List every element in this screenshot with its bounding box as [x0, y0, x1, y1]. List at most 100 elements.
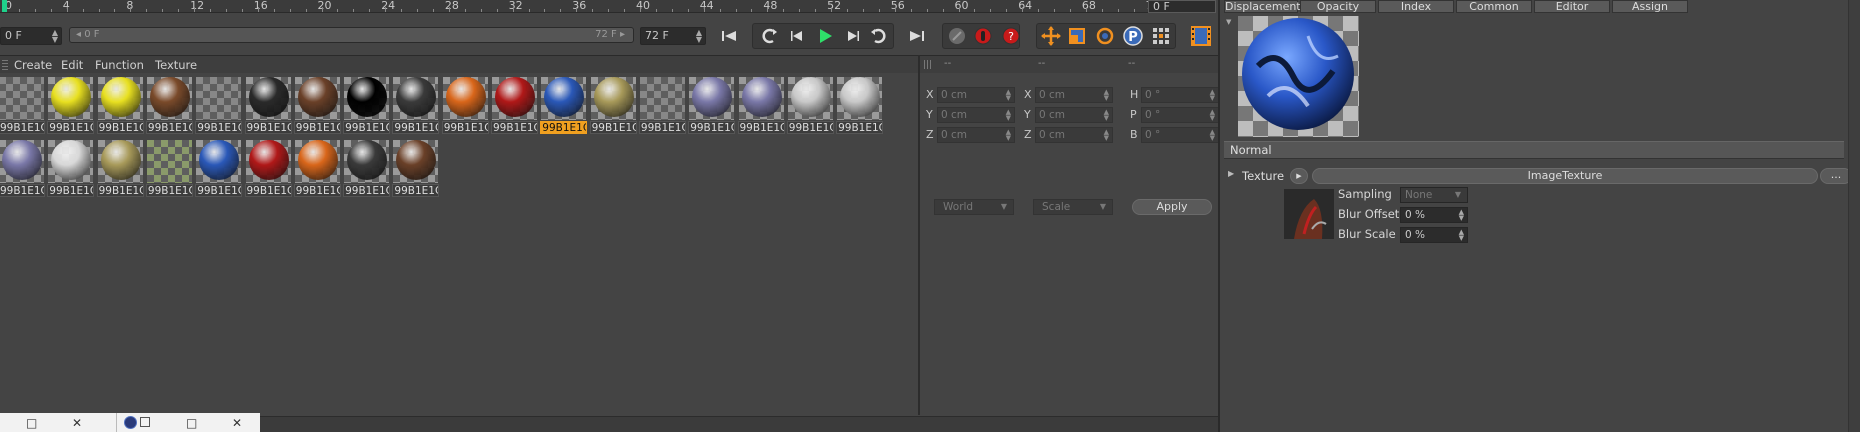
- prev-key-button[interactable]: [756, 24, 782, 48]
- go-to-start-button[interactable]: [716, 24, 742, 48]
- key-rotation-button[interactable]: [1092, 24, 1118, 48]
- material-item[interactable]: 99B1E1C: [441, 76, 489, 135]
- material-item[interactable]: 99B1E1C: [392, 139, 440, 198]
- blur-scale-field[interactable]: 0 % ▲ ▼: [1400, 227, 1468, 243]
- material-item[interactable]: 99B1E1C: [96, 139, 144, 198]
- material-item[interactable]: 99B1E1C: [145, 76, 193, 135]
- material-item[interactable]: 99B1E1C: [145, 139, 193, 198]
- coordinate-field[interactable]: 0 ° ▲ ▼: [1141, 127, 1219, 143]
- tab-editor[interactable]: Editor: [1534, 0, 1610, 13]
- current-frame-field[interactable]: 0 F: [1148, 0, 1216, 13]
- material-label: 99B1E1C: [293, 121, 341, 134]
- material-item[interactable]: 99B1E1C: [195, 139, 243, 198]
- menu-edit[interactable]: Edit: [61, 58, 83, 72]
- coordinate-field[interactable]: 0 cm ▲ ▼: [937, 107, 1015, 123]
- key-parameter-button[interactable]: P: [1120, 24, 1146, 48]
- playhead[interactable]: [2, 0, 7, 12]
- panel-grip-icon[interactable]: [2, 60, 8, 70]
- material-item[interactable]: 99B1E1C: [293, 76, 341, 135]
- spin-arrows-icon[interactable]: ▲ ▼: [696, 29, 702, 44]
- frame-range-slider[interactable]: ◂ 0 F 72 F ▸: [69, 27, 634, 43]
- key-pla-button[interactable]: [1148, 24, 1174, 48]
- autokey-button[interactable]: ?: [998, 24, 1024, 48]
- collapse-arrow-icon[interactable]: ▼: [1226, 18, 1231, 26]
- material-thumbnail: [0, 140, 44, 183]
- material-item[interactable]: 99B1E1C: [47, 139, 95, 198]
- tab-displacement[interactable]: Displacement: [1224, 0, 1301, 13]
- prev-frame-button[interactable]: [784, 24, 810, 48]
- ruler-tick: [305, 9, 307, 12]
- end-frame-field[interactable]: 72 F ▲ ▼: [640, 27, 706, 45]
- play-icon: [820, 29, 832, 43]
- expand-arrow-icon[interactable]: ▶: [1228, 169, 1234, 178]
- tab-opacity[interactable]: Opacity: [1300, 0, 1376, 13]
- skip-end-icon: [910, 31, 924, 41]
- material-item[interactable]: 99B1E1C: [47, 76, 95, 135]
- material-item[interactable]: 99B1E1C: [343, 139, 391, 198]
- coordinate-field[interactable]: 0 ° ▲ ▼: [1141, 87, 1219, 103]
- material-item[interactable]: 99B1E1C: [343, 76, 391, 135]
- coordinate-field[interactable]: 0 cm ▲ ▼: [937, 87, 1015, 103]
- apply-button[interactable]: Apply: [1132, 199, 1212, 215]
- section-normal[interactable]: Normal: [1224, 141, 1844, 159]
- material-item[interactable]: 99B1E1C: [392, 76, 440, 135]
- restore-icon[interactable]: □: [26, 417, 37, 429]
- material-item[interactable]: 99B1E1C: [786, 76, 834, 135]
- panel-grip-icon[interactable]: [924, 60, 932, 69]
- material-item[interactable]: 99B1E1C: [244, 76, 292, 135]
- menu-function[interactable]: Function: [95, 58, 144, 72]
- spin-arrows-icon[interactable]: ▲ ▼: [52, 29, 58, 44]
- sampling-dropdown[interactable]: None ▼: [1400, 187, 1468, 203]
- record-button[interactable]: [970, 24, 996, 48]
- tab-common[interactable]: Common: [1456, 0, 1532, 13]
- coordinate-field[interactable]: 0 ° ▲ ▼: [1141, 107, 1219, 123]
- material-item[interactable]: 99B1E1C: [195, 76, 243, 135]
- keyframe-lock-button[interactable]: [944, 24, 970, 48]
- material-item[interactable]: 99B1E1C: [96, 76, 144, 135]
- next-frame-button[interactable]: [840, 24, 866, 48]
- axis-label: X: [926, 88, 934, 101]
- restore-icon[interactable]: □: [186, 417, 197, 429]
- blur-offset-field[interactable]: 0 % ▲ ▼: [1400, 207, 1468, 223]
- key-scale-button[interactable]: [1064, 24, 1090, 48]
- scale-mode-dropdown[interactable]: Scale ▼: [1033, 199, 1113, 215]
- texture-button[interactable]: ImageTexture: [1312, 168, 1818, 184]
- tab-index[interactable]: Index: [1378, 0, 1454, 13]
- material-item[interactable]: 99B1E1C: [0, 139, 45, 198]
- material-item[interactable]: 99B1E1C: [589, 76, 637, 135]
- ruler-tick-label: 24: [381, 0, 396, 12]
- timeline-button[interactable]: [1188, 24, 1214, 48]
- material-item[interactable]: 99B1E1C: [688, 76, 736, 135]
- material-item[interactable]: 99B1E1C: [0, 76, 45, 135]
- attributes-scrollbar[interactable]: [1848, 0, 1860, 432]
- material-item[interactable]: 99B1E1C: [737, 76, 785, 135]
- close-icon[interactable]: ✕: [232, 417, 242, 429]
- key-position-button[interactable]: [1038, 24, 1064, 48]
- menu-create[interactable]: Create: [14, 58, 52, 72]
- material-item[interactable]: 99B1E1C: [491, 76, 538, 135]
- material-preview[interactable]: [1238, 16, 1359, 137]
- start-frame-field[interactable]: 0 F ▲ ▼: [0, 27, 62, 45]
- next-key-button[interactable]: [866, 24, 892, 48]
- coordinate-field[interactable]: 0 cm ▲ ▼: [1035, 127, 1113, 143]
- window-copy-icon[interactable]: [140, 417, 150, 427]
- close-icon[interactable]: ✕: [72, 417, 82, 429]
- menu-texture[interactable]: Texture: [155, 58, 197, 72]
- play-button[interactable]: [812, 24, 838, 48]
- coordinate-field[interactable]: 0 cm ▲ ▼: [1035, 87, 1113, 103]
- material-item[interactable]: 99B1E1C: [638, 76, 686, 135]
- material-item[interactable]: 99B1E1C: [293, 139, 341, 198]
- coordinate-mode-dropdown[interactable]: World ▼: [934, 199, 1014, 215]
- timeline-ruler[interactable]: 04812162024283236404448525660646872: [0, 0, 1148, 13]
- texture-options-icon[interactable]: ▶: [1290, 168, 1308, 184]
- cinema4d-app-icon[interactable]: [124, 416, 137, 429]
- material-item[interactable]: 99B1E1C: [540, 76, 588, 135]
- tab-assign[interactable]: Assign: [1612, 0, 1688, 13]
- material-item[interactable]: 99B1E1C: [244, 139, 292, 198]
- coordinate-field[interactable]: 0 cm ▲ ▼: [1035, 107, 1113, 123]
- size-header: --: [1038, 58, 1046, 69]
- go-to-end-button[interactable]: [904, 24, 930, 48]
- material-item[interactable]: 99B1E1C: [836, 76, 884, 135]
- coordinate-field[interactable]: 0 cm ▲ ▼: [937, 127, 1015, 143]
- ruler-tick: [464, 9, 466, 12]
